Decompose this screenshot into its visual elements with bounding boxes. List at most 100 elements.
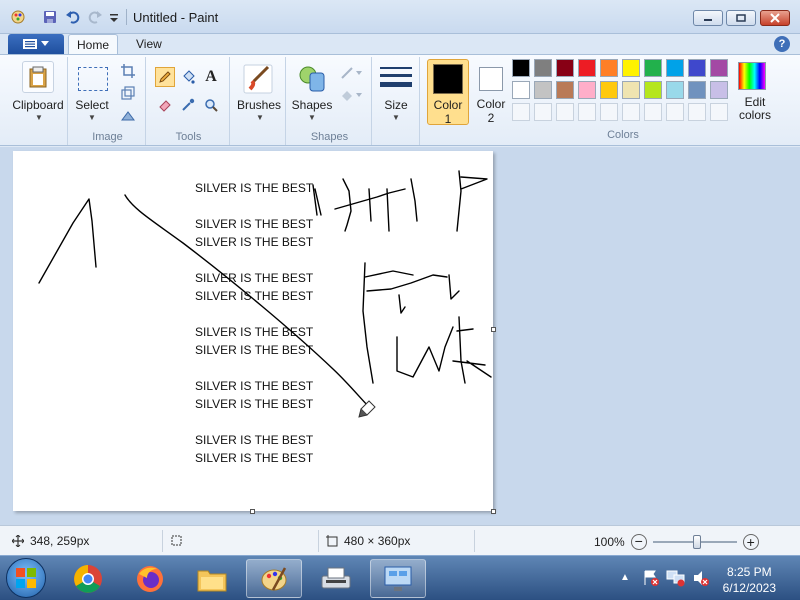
brushes-dropdown-icon[interactable]: ▼: [256, 113, 264, 122]
palette-swatch[interactable]: [644, 81, 662, 99]
zoom-out-button[interactable]: −: [630, 534, 647, 550]
stroke-a2: [448, 274, 460, 300]
redo-icon[interactable]: [87, 9, 103, 25]
select-dropdown-icon[interactable]: ▼: [88, 113, 96, 122]
pencil-icon[interactable]: [155, 67, 175, 87]
magnifier-icon[interactable]: [201, 95, 221, 115]
palette-swatch-empty[interactable]: [534, 103, 552, 121]
control-panel-taskbar-button[interactable]: [370, 559, 426, 598]
palette-swatch[interactable]: [644, 59, 662, 77]
palette-swatch-empty[interactable]: [622, 103, 640, 121]
palette-swatch[interactable]: [688, 59, 706, 77]
resize-icon[interactable]: [118, 83, 138, 103]
palette-swatch[interactable]: [710, 59, 728, 77]
customize-quick-access-icon[interactable]: [108, 9, 124, 25]
system-clock[interactable]: 8:25 PM 6/12/2023: [723, 564, 776, 596]
palette-swatch-empty[interactable]: [688, 103, 706, 121]
palette-swatch-empty[interactable]: [666, 103, 684, 121]
edit-colors-button[interactable]: Edit colors: [735, 59, 795, 125]
palette-swatch-empty[interactable]: [600, 103, 618, 121]
status-bar: 348, 259px 480 × 360px 100% − +: [0, 525, 800, 555]
zoom-slider-thumb[interactable]: [692, 535, 701, 549]
paint-menu-button[interactable]: [8, 34, 64, 54]
color1-button[interactable]: Color 1: [427, 59, 469, 126]
color1-label: Color: [433, 98, 463, 112]
select-label[interactable]: Select: [70, 98, 114, 112]
canvas-resize-handle-right[interactable]: [491, 327, 496, 332]
shapes-icon[interactable]: [296, 63, 328, 95]
firefox-taskbar-button[interactable]: [122, 559, 178, 598]
color-picker-icon[interactable]: [178, 95, 198, 115]
action-center-icon[interactable]: [642, 569, 660, 590]
volume-muted-icon[interactable]: [692, 569, 710, 590]
palette-swatch[interactable]: [666, 81, 684, 99]
palette-swatch-empty[interactable]: [578, 103, 596, 121]
text-tool-icon[interactable]: A: [201, 67, 221, 87]
canvas-resize-handle-corner[interactable]: [491, 509, 496, 514]
tools-group-label: Tools: [175, 131, 202, 143]
palette-swatch[interactable]: [578, 59, 596, 77]
size-label[interactable]: Size: [374, 98, 418, 112]
explorer-taskbar-button[interactable]: [184, 559, 240, 598]
clipboard-dropdown-icon[interactable]: ▼: [35, 113, 43, 122]
tab-home[interactable]: Home: [68, 34, 119, 54]
palette-swatch[interactable]: [534, 81, 552, 99]
help-icon[interactable]: ?: [774, 36, 790, 52]
shapes-label[interactable]: Shapes: [288, 98, 336, 112]
palette-swatch-empty[interactable]: [710, 103, 728, 121]
zoom-slider[interactable]: [652, 534, 737, 550]
clock-time: 8:25 PM: [726, 565, 772, 579]
color2-button[interactable]: Color 2: [472, 59, 510, 125]
palette-swatch[interactable]: [556, 59, 574, 77]
palette-swatch[interactable]: [578, 81, 596, 99]
chrome-taskbar-button[interactable]: [60, 559, 116, 598]
scanner-taskbar-button[interactable]: [308, 559, 364, 598]
selection-size: [170, 534, 182, 546]
palette-swatch[interactable]: [512, 81, 530, 99]
clipboard-icon[interactable]: [22, 61, 54, 93]
clipboard-label[interactable]: Clipboard: [8, 98, 68, 112]
maximize-button[interactable]: [726, 10, 756, 26]
crop-icon[interactable]: [118, 61, 138, 81]
palette-swatch[interactable]: [512, 59, 530, 77]
paint-app-icon[interactable]: [10, 9, 26, 25]
network-icon[interactable]: [666, 569, 686, 590]
size-icon[interactable]: [380, 65, 412, 93]
eraser-icon[interactable]: [155, 95, 175, 115]
rotate-icon[interactable]: [118, 105, 138, 125]
palette-swatch[interactable]: [622, 81, 640, 99]
fill-icon[interactable]: [178, 67, 198, 87]
show-hidden-icons-icon[interactable]: ▲: [620, 572, 630, 583]
palette-swatch-empty[interactable]: [644, 103, 662, 121]
brushes-label[interactable]: Brushes: [232, 98, 286, 112]
palette-swatch[interactable]: [710, 81, 728, 99]
palette-swatch[interactable]: [600, 81, 618, 99]
zoom-in-button[interactable]: +: [742, 534, 759, 550]
tab-view[interactable]: View: [128, 34, 170, 54]
undo-icon[interactable]: [65, 9, 81, 25]
paint-palette-icon: [261, 566, 287, 591]
palette-swatch[interactable]: [666, 59, 684, 77]
size-dropdown-icon[interactable]: ▼: [392, 113, 400, 122]
palette-swatch-empty[interactable]: [512, 103, 530, 121]
shapes-dropdown-icon[interactable]: ▼: [308, 113, 316, 122]
palette-swatch[interactable]: [556, 81, 574, 99]
palette-swatch[interactable]: [600, 59, 618, 77]
stroke-p: [456, 170, 488, 232]
select-icon[interactable]: [78, 67, 108, 91]
outline-icon[interactable]: [338, 63, 366, 83]
palette-swatch[interactable]: [622, 59, 640, 77]
close-button[interactable]: [760, 10, 790, 26]
save-icon[interactable]: [42, 9, 58, 25]
minimize-button[interactable]: [693, 10, 723, 26]
palette-swatch[interactable]: [688, 81, 706, 99]
paint-taskbar-button[interactable]: [246, 559, 302, 598]
canvas-resize-handle-bottom[interactable]: [250, 509, 255, 514]
brushes-icon[interactable]: [242, 63, 274, 95]
stroke-a: [38, 198, 97, 284]
palette-swatch-empty[interactable]: [556, 103, 574, 121]
drawing-canvas[interactable]: SILVER IS THE BEST SILVER IS THE BEST SI…: [13, 151, 493, 511]
start-button[interactable]: [6, 558, 46, 598]
palette-swatch[interactable]: [534, 59, 552, 77]
fill-shape-icon[interactable]: [338, 85, 366, 105]
